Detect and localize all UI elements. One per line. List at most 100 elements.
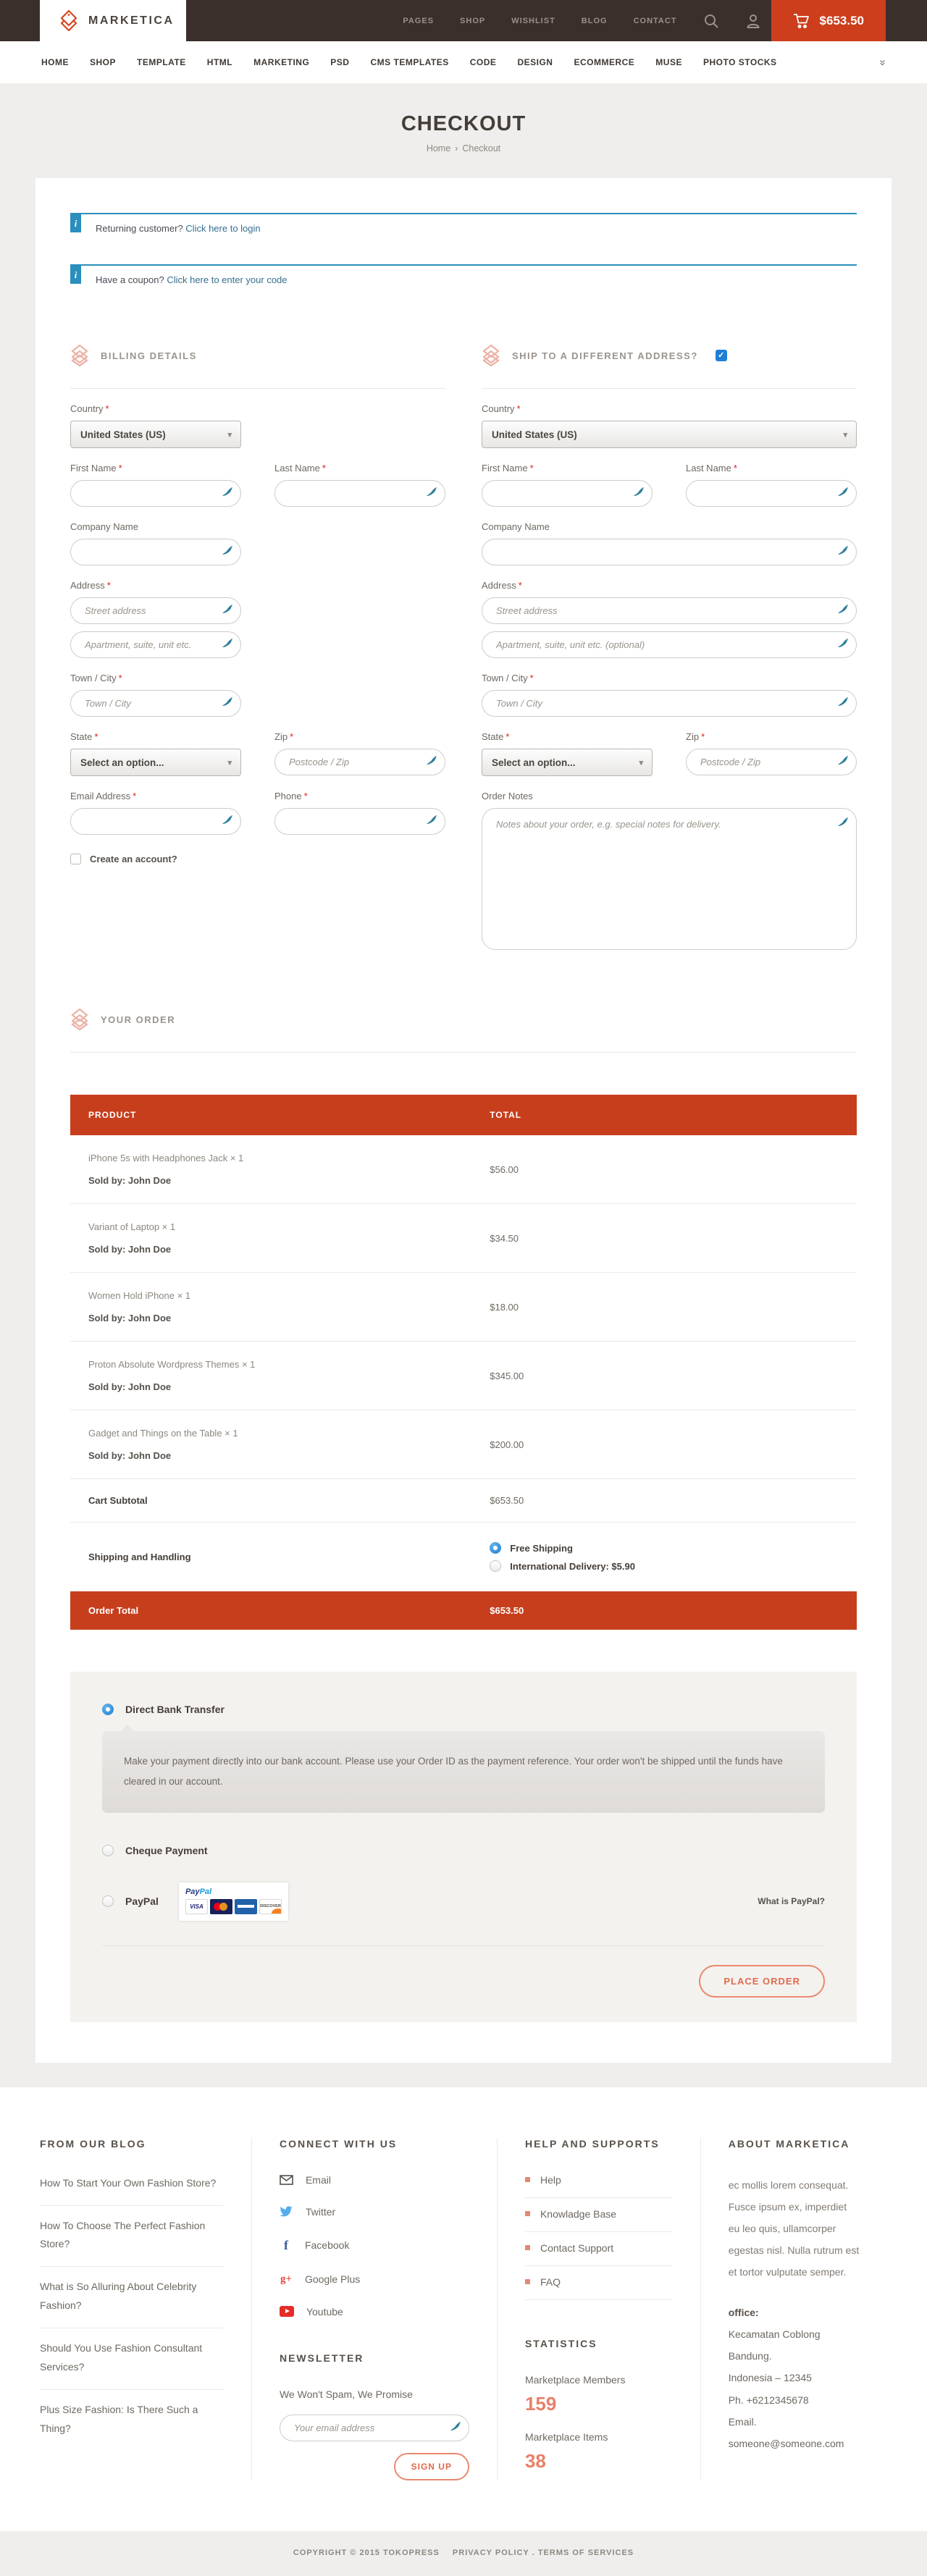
autofill-icon[interactable] xyxy=(222,815,233,826)
autofill-icon[interactable] xyxy=(426,487,437,498)
autofill-icon[interactable] xyxy=(633,487,645,498)
nav-photo-stocks[interactable]: PHOTO STOCKS xyxy=(703,57,777,67)
place-order-button[interactable]: PLACE ORDER xyxy=(699,1965,825,1998)
shipping-town-input[interactable] xyxy=(482,690,857,717)
what-is-paypal-link[interactable]: What is PayPal? xyxy=(758,1896,825,1906)
newsletter-email-input[interactable] xyxy=(280,2415,469,2441)
blog-post-link[interactable]: What is So Alluring About Celebrity Fash… xyxy=(40,2267,224,2328)
autofill-icon[interactable] xyxy=(837,817,849,828)
nav-template[interactable]: TEMPLATE xyxy=(137,57,186,67)
search-icon[interactable] xyxy=(703,13,719,29)
shipping-option-free[interactable]: Free Shipping xyxy=(490,1542,839,1554)
shipping-country-select[interactable]: United States (US)▾ xyxy=(482,421,857,448)
billing-email-input[interactable] xyxy=(70,808,241,835)
shipping-first-name-input[interactable] xyxy=(482,480,653,507)
user-icon[interactable] xyxy=(745,13,761,29)
shipping-apartment-input[interactable] xyxy=(482,631,857,658)
radio-unselected[interactable] xyxy=(102,1845,114,1856)
privacy-policy-link[interactable]: PRIVACY POLICY xyxy=(453,2548,529,2557)
breadcrumb-home[interactable]: Home xyxy=(427,143,450,153)
autofill-icon[interactable] xyxy=(222,545,233,557)
blog-post-link[interactable]: Plus Size Fashion: Is There Such a Thing… xyxy=(40,2390,224,2451)
nav-cms-templates[interactable]: CMS TEMPLATES xyxy=(370,57,448,67)
shipping-last-name-input[interactable] xyxy=(686,480,857,507)
logo[interactable]: MARKETICA xyxy=(40,0,186,41)
top-nav-blog[interactable]: BLOG xyxy=(582,17,608,25)
google-plus-link[interactable]: g+ Google Plus xyxy=(280,2273,469,2286)
more-menu-icon[interactable]: » xyxy=(876,59,889,65)
email-link[interactable]: Email xyxy=(280,2174,469,2186)
autofill-icon[interactable] xyxy=(222,696,233,708)
shipping-zip-input[interactable] xyxy=(686,749,857,775)
billing-first-name-input[interactable] xyxy=(70,480,241,507)
billing-last-name-input[interactable] xyxy=(274,480,445,507)
nav-ecommerce[interactable]: ECOMMERCE xyxy=(574,57,634,67)
autofill-icon[interactable] xyxy=(837,755,849,767)
payment-method-paypal[interactable]: PayPal PayPal VISA DISCOVER What is PayP… xyxy=(102,1882,825,1921)
autofill-icon[interactable] xyxy=(837,545,849,557)
top-nav-contact[interactable]: CONTACT xyxy=(634,17,677,25)
autofill-icon[interactable] xyxy=(837,638,849,649)
shipping-state-select[interactable]: Select an option...▾ xyxy=(482,749,653,776)
autofill-icon[interactable] xyxy=(837,487,849,498)
billing-country-select[interactable]: United States (US)▾ xyxy=(70,421,241,448)
autofill-icon[interactable] xyxy=(837,604,849,615)
shipping-street-input[interactable] xyxy=(482,597,857,624)
facebook-link[interactable]: f Facebook xyxy=(280,2238,469,2253)
autofill-icon[interactable] xyxy=(837,696,849,708)
top-nav-pages[interactable]: PAGES xyxy=(403,17,434,25)
faq-link[interactable]: FAQ xyxy=(525,2266,673,2300)
radio-unselected[interactable] xyxy=(490,1560,501,1572)
top-nav-wishlist[interactable]: WISHLIST xyxy=(511,17,555,25)
nav-psd[interactable]: PSD xyxy=(330,57,349,67)
blog-post-link[interactable]: How To Choose The Perfect Fashion Store? xyxy=(40,2206,224,2268)
shipping-company-input[interactable] xyxy=(482,539,857,565)
autofill-icon[interactable] xyxy=(426,755,437,767)
radio-unselected[interactable] xyxy=(102,1895,114,1907)
paypal-label: PayPal xyxy=(125,1895,159,1907)
nav-code[interactable]: CODE xyxy=(470,57,497,67)
create-account-option[interactable]: Create an account? xyxy=(70,854,445,864)
billing-zip-input[interactable] xyxy=(274,749,445,775)
autofill-icon[interactable] xyxy=(222,604,233,615)
contact-support-link[interactable]: Contact Support xyxy=(525,2232,673,2266)
shipping-option-international[interactable]: International Delivery: $5.90 xyxy=(490,1560,839,1572)
cart-button[interactable]: $653.50 xyxy=(771,0,886,41)
nav-html[interactable]: HTML xyxy=(207,57,232,67)
autofill-icon[interactable] xyxy=(426,815,437,826)
newsletter-heading: NEWSLETTER xyxy=(280,2352,469,2364)
billing-company-input[interactable] xyxy=(70,539,241,565)
terms-link[interactable]: TERMS OF SERVICES xyxy=(538,2548,634,2557)
autofill-icon[interactable] xyxy=(450,2421,461,2433)
create-account-checkbox[interactable] xyxy=(70,854,81,864)
help-link[interactable]: Help xyxy=(525,2174,673,2198)
knowledge-base-link[interactable]: Knowladge Base xyxy=(525,2198,673,2232)
billing-apartment-input[interactable] xyxy=(70,631,241,658)
signup-button[interactable]: SIGN UP xyxy=(394,2453,469,2480)
payment-method-cheque[interactable]: Cheque Payment xyxy=(102,1845,825,1856)
copyright-text: COPYRIGHT © 2015 TOKOPRESS xyxy=(293,2548,440,2557)
twitter-link[interactable]: Twitter xyxy=(280,2206,469,2218)
blog-post-link[interactable]: How To Start Your Own Fashion Store? xyxy=(40,2174,224,2206)
radio-selected[interactable] xyxy=(490,1542,501,1554)
nav-marketing[interactable]: MARKETING xyxy=(253,57,309,67)
order-notes-input[interactable] xyxy=(482,808,857,950)
billing-phone-input[interactable] xyxy=(274,808,445,835)
login-link[interactable]: Click here to login xyxy=(185,223,260,234)
billing-street-input[interactable] xyxy=(70,597,241,624)
youtube-link[interactable]: Youtube xyxy=(280,2306,469,2318)
billing-town-input[interactable] xyxy=(70,690,241,717)
nav-design[interactable]: DESIGN xyxy=(517,57,553,67)
billing-state-select[interactable]: Select an option...▾ xyxy=(70,749,241,776)
nav-home[interactable]: HOME xyxy=(41,57,69,67)
autofill-icon[interactable] xyxy=(222,487,233,498)
autofill-icon[interactable] xyxy=(222,638,233,649)
nav-shop[interactable]: SHOP xyxy=(90,57,116,67)
nav-muse[interactable]: MUSE xyxy=(655,57,682,67)
top-nav-shop[interactable]: SHOP xyxy=(460,17,485,25)
ship-different-checkbox[interactable]: ✓ xyxy=(716,350,727,361)
radio-selected[interactable] xyxy=(102,1704,114,1715)
payment-method-bank[interactable]: Direct Bank Transfer xyxy=(102,1704,825,1715)
coupon-link[interactable]: Click here to enter your code xyxy=(167,274,287,285)
blog-post-link[interactable]: Should You Use Fashion Consultant Servic… xyxy=(40,2328,224,2390)
